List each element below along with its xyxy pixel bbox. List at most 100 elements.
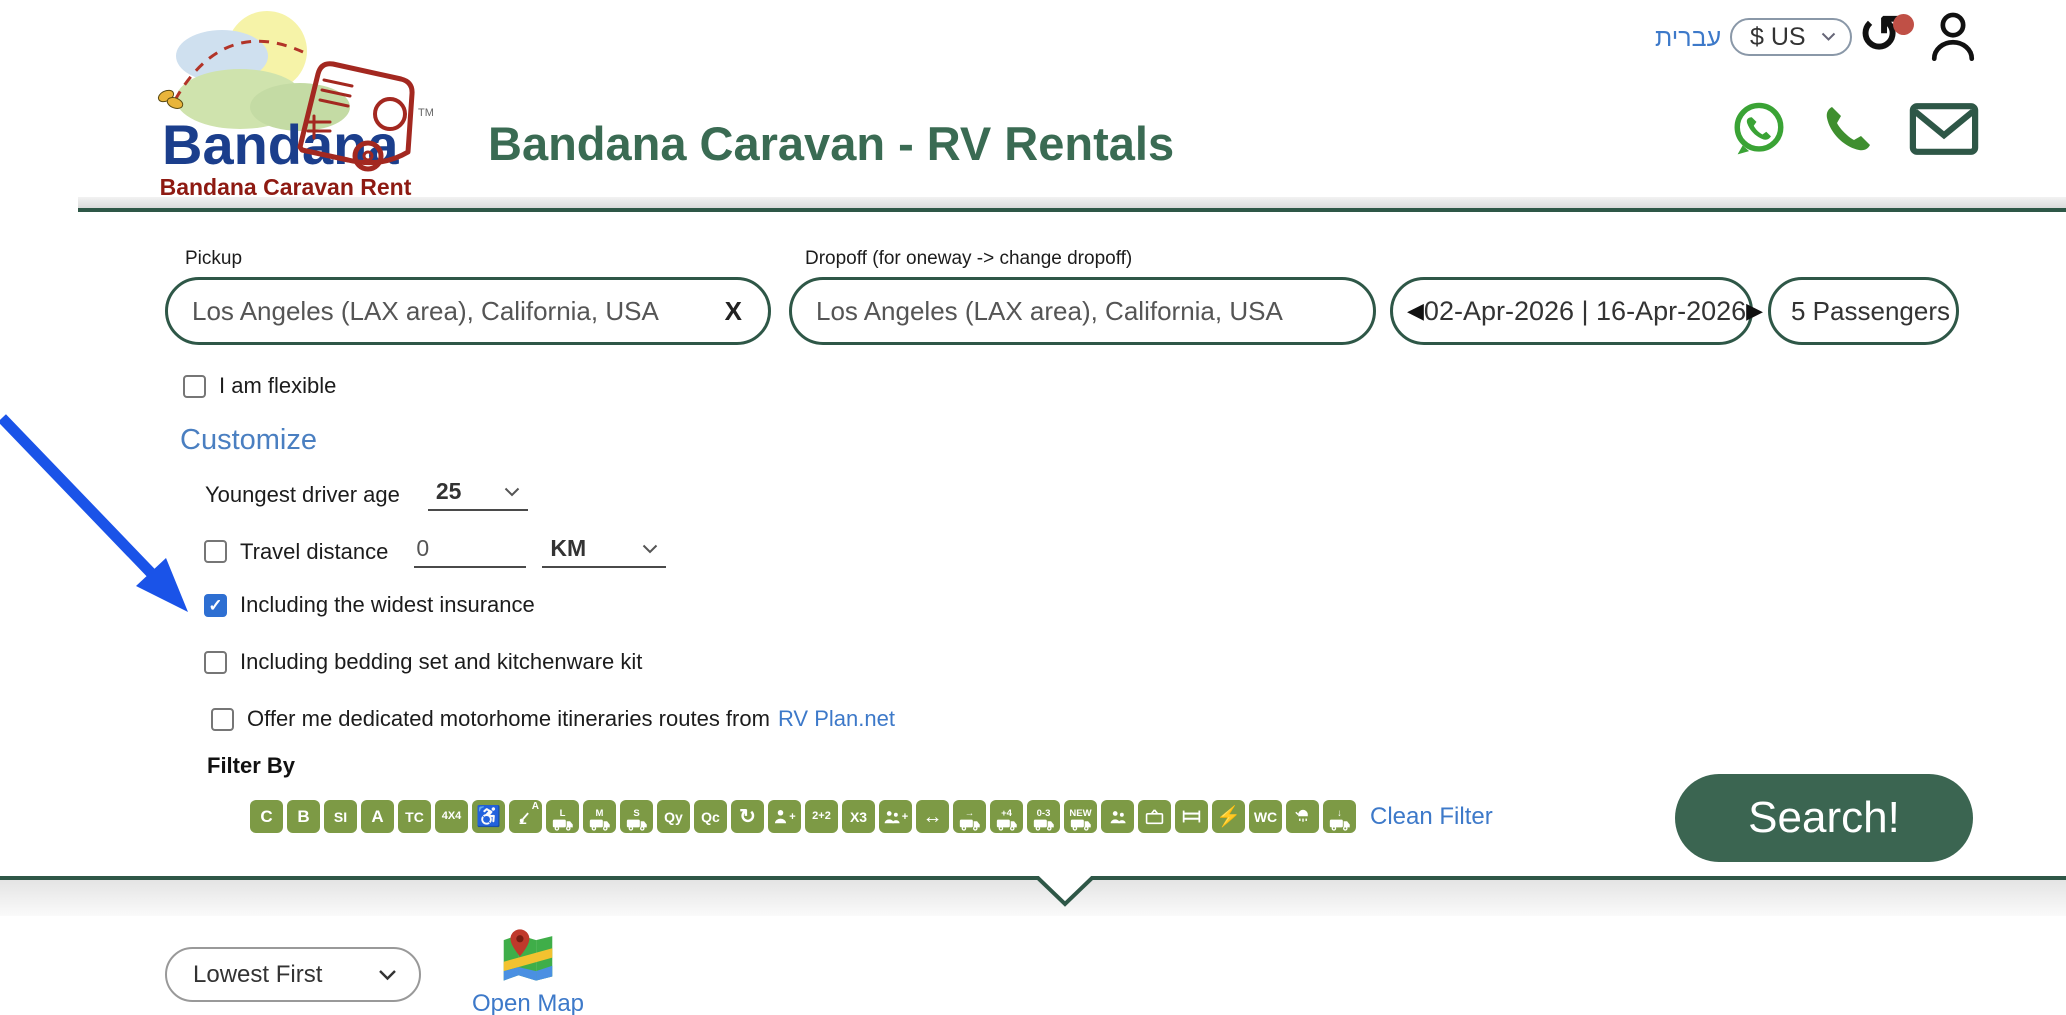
mail-icon [1908, 101, 1980, 157]
dropoff-label: Dropoff (for oneway -> change dropoff) [805, 248, 1132, 270]
chevron-down-icon [378, 969, 397, 981]
berths-plus-4-icon[interactable]: +4 [990, 800, 1023, 833]
site-logo[interactable]: Bandana TM Bandana Caravan Rent [138, 4, 433, 204]
bed-width-icon[interactable]: ↔ [916, 800, 949, 833]
notification-dot [1893, 14, 1914, 35]
semi-integrated-icon[interactable]: SI [324, 800, 357, 833]
seats-2-plus-2-icon[interactable]: 2+2 [805, 800, 838, 833]
insurance-row: ✓ Including the widest insurance [204, 592, 535, 618]
sort-select[interactable]: Lowest First [165, 947, 421, 1002]
open-map-button[interactable]: Open Map [463, 928, 593, 1015]
bedding-row: ✓ Including bedding set and kitchenware … [204, 649, 642, 675]
account-button[interactable] [1928, 10, 1978, 62]
logo-illustration: Bandana TM [138, 4, 433, 172]
phone-icon [1820, 101, 1876, 157]
tv-icon[interactable] [1138, 800, 1171, 833]
rv-size-medium-icon[interactable]: M [583, 800, 616, 833]
search-button[interactable]: Search! [1675, 774, 1973, 862]
history-button[interactable]: ↺ [1858, 6, 1912, 64]
travel-distance-checkbox[interactable]: ✓ [204, 540, 227, 563]
four-by-four-icon[interactable]: 4X4 [435, 800, 468, 833]
quality-y-icon[interactable]: Qy [657, 800, 690, 833]
date-range-picker[interactable]: ◀ 02-Apr-2026 | 16-Apr-2026 ▶ [1390, 277, 1753, 345]
chevron-down-icon [642, 544, 658, 554]
pickup-value: Los Angeles (LAX area), California, USA [192, 296, 659, 327]
times-3-icon[interactable]: X3 [842, 800, 875, 833]
currency-value: $ US [1750, 23, 1806, 52]
driver-age-select[interactable]: 25 [428, 478, 528, 511]
class-c-icon[interactable]: C [250, 800, 283, 833]
whatsapp-button[interactable] [1730, 100, 1788, 163]
page: Bandana TM Bandana Caravan Rent Bandana … [0, 0, 2066, 1015]
rv-plan-link[interactable]: RV Plan.net [778, 706, 895, 732]
bedding-checkbox[interactable]: ✓ [204, 651, 227, 674]
chevron-down-icon [504, 487, 520, 497]
quality-c-icon[interactable]: Qc [694, 800, 727, 833]
shower-icon[interactable] [1286, 800, 1319, 833]
insurance-label: Including the widest insurance [240, 592, 535, 618]
ages-0-3-icon[interactable]: 0-3 [1027, 800, 1060, 833]
travel-distance-input[interactable]: 0 [414, 535, 526, 568]
flexible-label: I am flexible [219, 373, 336, 399]
chevron-down-icon [1821, 32, 1836, 42]
bunk-bed-icon[interactable] [1175, 800, 1208, 833]
passengers-select[interactable]: 5 Passengers [1768, 277, 1959, 345]
itineraries-checkbox[interactable]: ✓ [211, 708, 234, 731]
pickup-input[interactable]: Los Angeles (LAX area), California, USA … [165, 277, 771, 345]
driver-plus-icon[interactable]: + [768, 800, 801, 833]
history-icon: ↺ [1858, 6, 1902, 64]
new-vehicle-icon[interactable]: NEW [1064, 800, 1097, 833]
page-title: Bandana Caravan - RV Rentals [488, 116, 1174, 171]
wc-icon[interactable]: WC [1249, 800, 1282, 833]
passengers-value: 5 Passengers [1791, 296, 1950, 327]
date-next-icon[interactable]: ▶ [1746, 300, 1763, 322]
automatic-transmission-icon[interactable]: A [509, 800, 542, 833]
driver-age-value: 25 [436, 478, 462, 505]
one-way-icon[interactable]: → [953, 800, 986, 833]
rv-pickup-icon[interactable]: ↓ [1323, 800, 1356, 833]
rv-size-small-icon[interactable]: S [620, 800, 653, 833]
dropoff-input[interactable]: Los Angeles (LAX area), California, USA [789, 277, 1376, 345]
phone-button[interactable] [1820, 101, 1876, 162]
dropoff-value: Los Angeles (LAX area), California, USA [816, 296, 1283, 327]
driver-age-label: Youngest driver age [205, 482, 400, 508]
class-b-icon[interactable]: B [287, 800, 320, 833]
rotate-icon[interactable]: ↻ [731, 800, 764, 833]
distance-unit-value: KM [550, 535, 586, 562]
class-a-icon[interactable]: A [361, 800, 394, 833]
family-plus-icon[interactable]: + [879, 800, 912, 833]
currency-select[interactable]: $ US [1730, 18, 1852, 56]
insurance-checkbox[interactable]: ✓ [204, 594, 227, 617]
filter-icon-row: CBSIATC4X4♿ALMSQyQc↻+2+2X3+↔→+40-3NEW⚡WC… [250, 800, 1356, 833]
header-divider [78, 197, 2066, 212]
flexible-checkbox[interactable]: ✓ [183, 375, 206, 398]
filter-bar: CBSIATC4X4♿ALMSQyQc↻+2+2X3+↔→+40-3NEW⚡WC… [250, 800, 1493, 833]
section-divider [0, 869, 2066, 919]
open-map-label: Open Map [472, 990, 584, 1015]
clean-filter-link[interactable]: Clean Filter [1370, 803, 1493, 831]
date-prev-icon[interactable]: ◀ [1407, 300, 1424, 322]
email-button[interactable] [1908, 101, 1980, 162]
rv-size-large-icon[interactable]: L [546, 800, 579, 833]
customize-link[interactable]: Customize [180, 424, 317, 457]
distance-unit-select[interactable]: KM [542, 535, 666, 568]
itineraries-label: Offer me dedicated motorhome itineraries… [247, 706, 770, 732]
clear-pickup-icon[interactable]: X [725, 296, 742, 327]
logo-tm: TM [418, 107, 433, 119]
two-travelers-icon[interactable] [1101, 800, 1134, 833]
truck-camper-icon[interactable]: TC [398, 800, 431, 833]
driver-age-row: Youngest driver age 25 [205, 478, 528, 511]
itineraries-row: ✓ Offer me dedicated motorhome itinerari… [211, 706, 895, 732]
power-icon[interactable]: ⚡ [1212, 800, 1245, 833]
whatsapp-icon [1730, 100, 1788, 158]
flexible-row: ✓ I am flexible [183, 373, 336, 399]
bedding-label: Including bedding set and kitchenware ki… [240, 649, 642, 675]
travel-distance-row: ✓ Travel distance 0 KM [204, 535, 666, 568]
date-range-value: 02-Apr-2026 | 16-Apr-2026 [1424, 296, 1746, 327]
pickup-label: Pickup [185, 248, 242, 270]
wheelchair-accessible-icon[interactable]: ♿ [472, 800, 505, 833]
travel-distance-label: Travel distance [240, 539, 388, 565]
language-link[interactable]: עברית [1655, 24, 1721, 53]
filter-by-label: Filter By [207, 753, 295, 779]
user-icon [1928, 10, 1978, 62]
